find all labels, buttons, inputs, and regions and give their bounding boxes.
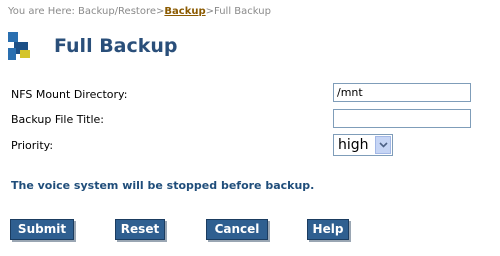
logo-block bbox=[8, 48, 16, 60]
app-logo-icon bbox=[8, 32, 32, 62]
reset-button[interactable]: Reset bbox=[115, 219, 165, 240]
full-backup-page: You are Here: Backup/Restore>Backup>Full… bbox=[0, 0, 500, 256]
nfs-mount-label: NFS Mount Directory: bbox=[11, 88, 128, 101]
help-button[interactable]: Help bbox=[307, 219, 349, 240]
logo-block bbox=[8, 32, 18, 42]
logo-block bbox=[20, 50, 30, 58]
priority-label: Priority: bbox=[11, 139, 54, 152]
breadcrumb-link-backup[interactable]: Backup bbox=[164, 6, 205, 17]
page-title: Full Backup bbox=[54, 35, 178, 57]
priority-selected-value: high bbox=[338, 137, 369, 153]
voice-stop-notice: The voice system will be stopped before … bbox=[11, 179, 315, 192]
priority-select[interactable]: high bbox=[333, 134, 393, 156]
cancel-button[interactable]: Cancel bbox=[206, 219, 268, 240]
backup-file-title-label: Backup File Title: bbox=[11, 113, 105, 126]
breadcrumb-prefix: You are Here: Backup/Restore> bbox=[8, 6, 165, 17]
submit-button[interactable]: Submit bbox=[10, 219, 74, 240]
breadcrumb-current: >Full Backup bbox=[205, 6, 271, 17]
breadcrumb: You are Here: Backup/Restore>Backup>Full… bbox=[8, 6, 271, 17]
nfs-mount-input[interactable] bbox=[333, 83, 471, 102]
chevron-down-icon[interactable] bbox=[375, 136, 391, 154]
chevron-down-glyph bbox=[379, 142, 388, 148]
backup-file-title-input[interactable] bbox=[333, 109, 471, 128]
